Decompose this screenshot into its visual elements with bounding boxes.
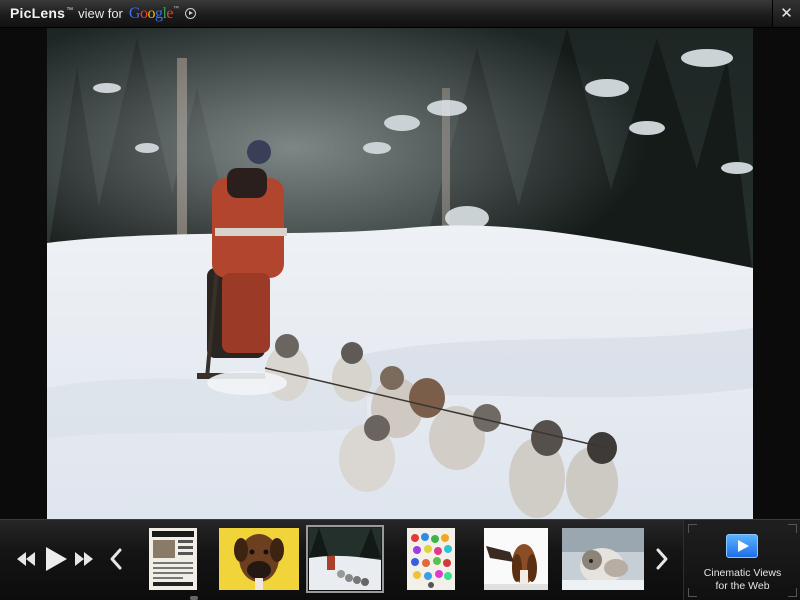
thumbnail-basset-hound[interactable]	[484, 528, 548, 590]
photo-stage	[0, 28, 800, 520]
thumbnail-boxer-dog[interactable]	[219, 528, 299, 590]
title-bar: PicLens ™ view for Google ™ ✕	[0, 0, 800, 28]
thumbnail-image	[484, 528, 548, 590]
cinematic-label-line1: Cinematic Views	[703, 567, 782, 579]
cinematic-label-line2: for the Web	[715, 580, 770, 592]
info-play-icon[interactable]	[185, 7, 197, 19]
thumbnail-image	[407, 528, 455, 590]
thumbnail-strip	[130, 520, 650, 600]
piclens-window: PicLens ™ view for Google ™ ✕ Cinematic …	[0, 0, 800, 600]
brand-trademark: ™	[66, 6, 74, 14]
play-screen-icon	[726, 534, 758, 558]
google-letter: o	[147, 4, 155, 22]
view-for-label: view for	[78, 5, 123, 21]
thumbnail-image	[309, 528, 381, 590]
play-icon	[46, 547, 67, 571]
google-trademark: ™	[173, 5, 180, 12]
cinematic-views-button[interactable]: Cinematic Views for the Web	[683, 520, 800, 600]
thumbnail-lost-dog-flyer[interactable]	[149, 528, 197, 590]
thumbnail-image	[149, 528, 197, 590]
thumbnail-husky-puppy[interactable]	[562, 528, 644, 590]
fullscreen-corner	[688, 524, 697, 533]
scroll-left-button[interactable]	[109, 546, 123, 572]
rewind-icon	[17, 552, 35, 566]
scroll-right-button[interactable]	[655, 546, 669, 572]
chevron-right-icon	[656, 548, 668, 570]
brand: PicLens ™ view for Google ™	[10, 4, 197, 23]
fast-forward-icon	[75, 552, 93, 566]
play-button[interactable]	[44, 546, 68, 572]
chevron-left-icon	[110, 548, 122, 570]
thumbnail-dog-sled[interactable]	[306, 525, 384, 593]
cinematic-label: Cinematic Views for the Web	[684, 567, 800, 593]
fullscreen-corner	[788, 524, 797, 533]
thumbnail-collage[interactable]	[407, 528, 455, 590]
google-letter: e	[166, 4, 174, 22]
thumbnail-image	[219, 528, 299, 590]
thumbnail-image	[562, 528, 644, 590]
brand-name: PicLens	[10, 4, 66, 21]
strip-scroll-indicator[interactable]	[190, 596, 198, 600]
fast-forward-button[interactable]	[74, 549, 94, 569]
rewind-button[interactable]	[16, 549, 36, 569]
main-photo[interactable]	[47, 28, 753, 520]
close-button[interactable]: ✕	[772, 0, 800, 27]
dog-sled-photo	[47, 28, 753, 520]
google-logo: Google	[128, 4, 174, 23]
google-letter: G	[128, 4, 141, 22]
control-bar: Cinematic Views for the Web	[0, 519, 800, 600]
